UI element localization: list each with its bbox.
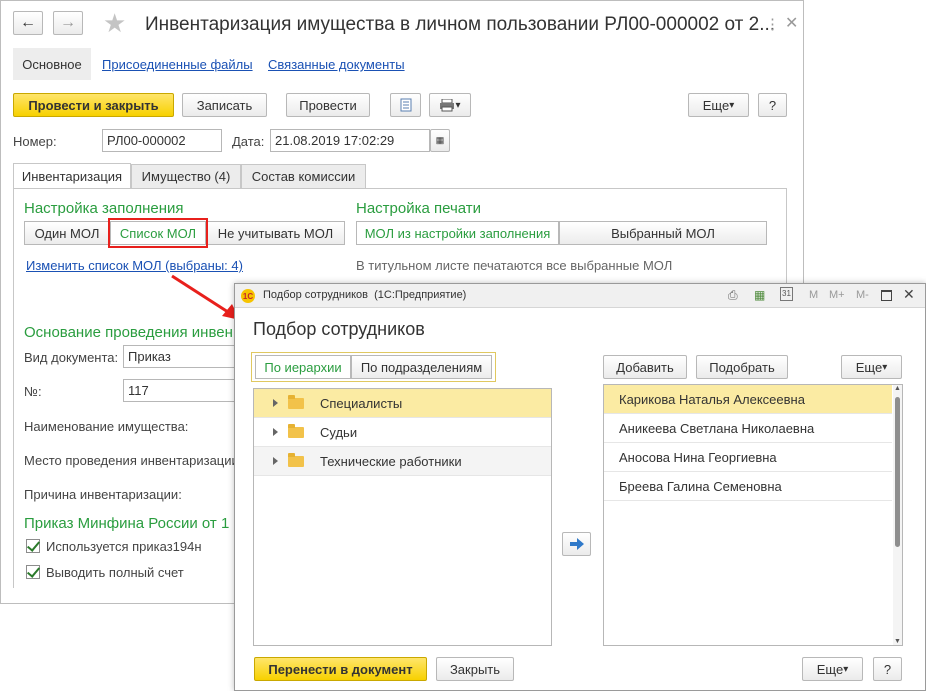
employee-name: Бреева Галина Семеновна	[619, 478, 782, 494]
folder-icon	[288, 423, 304, 438]
basis-title: Основание проведения инвен	[24, 324, 233, 341]
option-mol-from-fill[interactable]: МОЛ из настройки заполнения	[356, 221, 559, 245]
list-item[interactable]: Специалисты	[254, 389, 551, 418]
view-by-departments[interactable]: По подразделениям	[351, 355, 492, 379]
footer-more-button[interactable]: Еще	[802, 657, 863, 681]
close-icon[interactable]: ✕	[785, 13, 798, 33]
post-and-close-button[interactable]: Провести и закрыть	[13, 93, 174, 117]
number-label: Номер:	[13, 134, 57, 149]
print-note: В титульном листе печатаются все выбранн…	[356, 258, 673, 273]
close-icon[interactable]: ✕	[903, 286, 915, 303]
tree-item-label: Специалисты	[320, 395, 403, 411]
report-icon[interactable]	[390, 93, 421, 117]
expand-icon[interactable]	[273, 428, 278, 436]
transfer-to-document-button[interactable]: Перенести в документ	[254, 657, 427, 681]
help-button[interactable]: ?	[758, 93, 787, 117]
list-item[interactable]: Аникеева Светлана Николаевна	[604, 414, 892, 443]
right-more-button[interactable]: Еще	[841, 355, 902, 379]
print-settings-title: Настройка печати	[356, 200, 482, 217]
calendar-icon[interactable]: 31	[780, 287, 793, 301]
expand-icon[interactable]	[273, 399, 278, 407]
scroll-down-icon[interactable]: ▼	[894, 638, 901, 645]
1c-logo-icon: 1C	[241, 289, 255, 303]
nav-files-link[interactable]: Присоединенные файлы	[102, 57, 253, 72]
forward-button[interactable]: →	[53, 11, 83, 35]
dialog-heading: Подбор сотрудников	[253, 319, 425, 339]
date-field[interactable]: 21.08.2019 17:02:29	[270, 129, 430, 152]
tab-commission[interactable]: Состав комиссии	[241, 164, 366, 189]
number-field[interactable]: РЛ00-000002	[102, 129, 222, 152]
list-item[interactable]: Бреева Галина Семеновна	[604, 472, 892, 501]
calendar-icon[interactable]: ▦	[430, 129, 450, 152]
scroll-thumb[interactable]	[895, 397, 900, 547]
dialog-window-title: Подбор сотрудников (1С:Предприятие)	[263, 289, 467, 301]
nav-related-docs-link[interactable]: Связанные документы	[268, 57, 405, 72]
back-button[interactable]: ←	[13, 11, 43, 35]
print-icon[interactable]	[429, 93, 471, 117]
date-label: Дата:	[232, 134, 265, 149]
folder-icon	[288, 394, 304, 409]
footer-help-button[interactable]: ?	[873, 657, 902, 681]
arrow-right-icon	[569, 538, 584, 550]
department-tree: Специалисты Судьи Технические работники	[253, 388, 552, 646]
folder-icon	[288, 452, 304, 467]
expand-icon[interactable]	[273, 457, 278, 465]
list-item[interactable]: Судьи	[254, 418, 551, 447]
mol-list-highlight-box	[108, 218, 208, 248]
checkbox-order194[interactable]	[26, 539, 40, 553]
change-mol-list-link[interactable]: Изменить список МОЛ (выбраны: 4)	[26, 258, 243, 273]
list-item[interactable]: Технические работники	[254, 447, 551, 476]
more-menu-icon[interactable]: ⋮	[765, 15, 780, 33]
tab-inventory[interactable]: Инвентаризация	[13, 163, 131, 189]
checkbox-order194-label: Используется приказ194н	[46, 539, 202, 554]
doc-num-label: №:	[24, 384, 42, 399]
reason-label: Причина инвентаризации:	[24, 487, 182, 502]
doc-num-field[interactable]: 117	[123, 379, 238, 402]
tab-property[interactable]: Имущество (4)	[131, 164, 241, 189]
employee-picker-dialog: 1C Подбор сотрудников (1С:Предприятие) ⎙…	[234, 283, 926, 691]
move-right-button[interactable]	[562, 532, 591, 556]
favorite-star-icon[interactable]: ★	[103, 8, 126, 39]
scrollbar[interactable]: ▲ ▼	[893, 385, 902, 645]
tree-item-label: Судьи	[320, 424, 358, 440]
order-title: Приказ Минфина России от 1	[24, 515, 230, 532]
doc-type-label: Вид документа:	[24, 350, 119, 365]
employee-name: Карикова Наталья Алексеевна	[619, 391, 805, 407]
memory-m-button[interactable]: M	[809, 289, 818, 301]
tree-item-label: Технические работники	[320, 453, 462, 469]
option-ignore-mol[interactable]: Не учитывать МОЛ	[206, 221, 345, 245]
memory-m-plus-button[interactable]: M+	[829, 289, 845, 301]
save-button[interactable]: Записать	[182, 93, 267, 117]
memory-m-minus-button[interactable]: M-	[856, 289, 869, 301]
calculator-icon[interactable]: ▦	[754, 288, 765, 302]
selected-employees-list: Карикова Наталья Алексеевна Аникеева Све…	[603, 384, 903, 646]
property-name-label: Наименование имущества:	[24, 419, 189, 434]
checkbox-full-account[interactable]	[26, 565, 40, 579]
more-button[interactable]: Еще	[688, 93, 749, 117]
scroll-up-icon[interactable]: ▲	[894, 385, 901, 392]
checkbox-full-account-label: Выводить полный счет	[46, 565, 184, 580]
fill-settings-title: Настройка заполнения	[24, 200, 184, 217]
list-item[interactable]: Карикова Наталья Алексеевна	[604, 385, 892, 414]
window-title: Инвентаризация имущества в личном пользо…	[145, 14, 775, 35]
add-button[interactable]: Добавить	[603, 355, 687, 379]
view-by-hierarchy[interactable]: По иерархии	[255, 355, 351, 379]
place-label: Место проведения инвентаризации	[24, 453, 239, 468]
post-button[interactable]: Провести	[286, 93, 370, 117]
printer-icon[interactable]: ⎙	[728, 288, 738, 303]
option-one-mol[interactable]: Один МОЛ	[24, 221, 110, 245]
pick-button[interactable]: Подобрать	[696, 355, 788, 379]
employee-name: Аносова Нина Георгиевна	[619, 449, 777, 465]
close-button[interactable]: Закрыть	[436, 657, 514, 681]
doc-type-field[interactable]: Приказ	[123, 345, 238, 368]
list-item[interactable]: Аносова Нина Георгиевна	[604, 443, 892, 472]
option-selected-mol[interactable]: Выбранный МОЛ	[559, 221, 767, 245]
maximize-icon[interactable]	[881, 290, 892, 301]
nav-main[interactable]: Основное	[13, 48, 91, 80]
employee-name: Аникеева Светлана Николаевна	[619, 420, 815, 436]
